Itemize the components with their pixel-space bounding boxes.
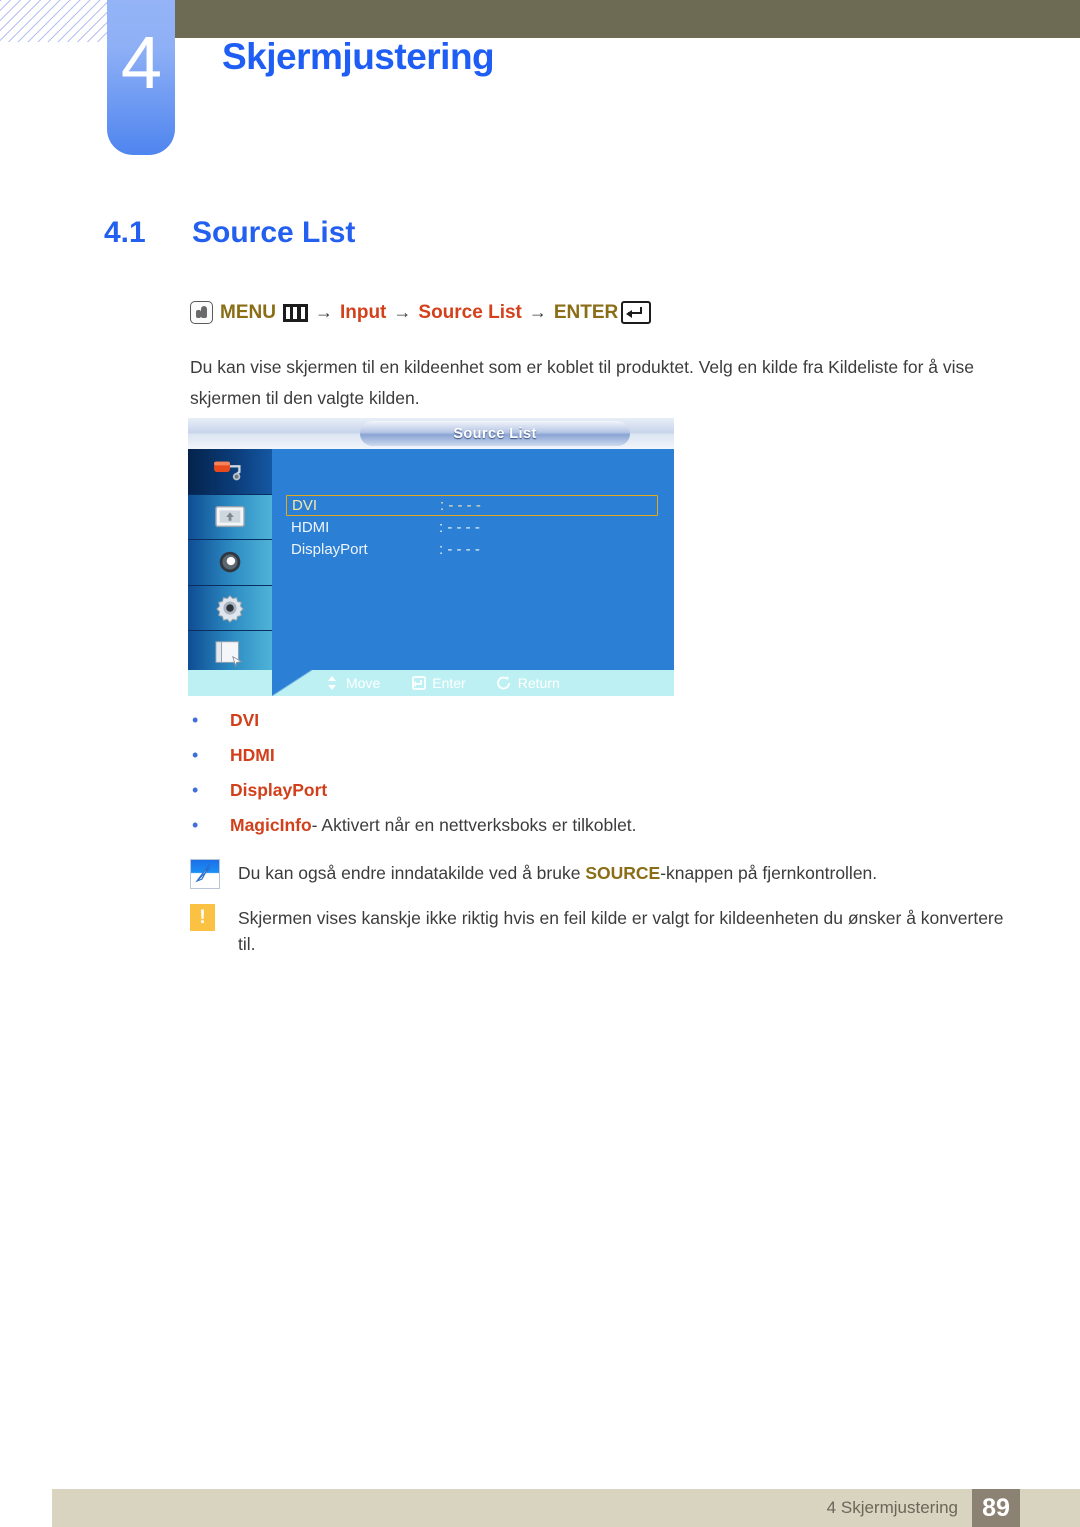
menu-bars-icon bbox=[282, 303, 308, 322]
list-item-key: DVI bbox=[230, 710, 260, 730]
osd-hint-label: Return bbox=[517, 675, 560, 691]
menu-path-menu-label: MENU bbox=[220, 301, 276, 323]
chapter-number: 4 bbox=[120, 21, 162, 104]
intro-paragraph: Du kan vise skjermen til en kildeenhet s… bbox=[190, 357, 974, 408]
multi-control-icon bbox=[215, 641, 243, 669]
bullet-dot-icon bbox=[192, 816, 230, 834]
gear-setup-icon bbox=[216, 594, 244, 623]
page-number: 89 bbox=[982, 1493, 1010, 1522]
osd-hint-move: Move bbox=[324, 675, 380, 691]
chapter-tab: 4 bbox=[107, 0, 175, 155]
osd-footer-hints: Move Enter Return bbox=[324, 670, 560, 696]
menu-path-item-input: Input bbox=[339, 301, 387, 323]
hand-press-icon bbox=[190, 301, 213, 324]
list-item-key: MagicInfo bbox=[230, 815, 312, 835]
note-text: Du kan også endre inndatakilde ved å bru… bbox=[238, 858, 877, 886]
menu-path-breadcrumb: MENU → Input → Source List → ENTER bbox=[190, 301, 658, 324]
footer-chapter-label: 4 Skjermjustering bbox=[826, 1498, 958, 1517]
list-item: MagicInfo - Aktivert når en nettverksbok… bbox=[192, 815, 992, 850]
enter-key-icon bbox=[412, 676, 427, 690]
list-item-key: DisplayPort bbox=[230, 780, 328, 800]
list-item: DisplayPort bbox=[192, 780, 992, 815]
speaker-icon bbox=[219, 551, 241, 573]
section-heading: 4.1 Source List bbox=[104, 216, 355, 250]
note-pen-icon bbox=[190, 859, 220, 889]
osd-hint-enter: Enter bbox=[410, 675, 466, 691]
osd-title-pill: Source List bbox=[360, 421, 630, 446]
chapter-title: Skjermjustering bbox=[222, 36, 495, 77]
osd-row-hdmi[interactable]: HDMI : - - - - bbox=[286, 517, 658, 538]
paint-roller-icon bbox=[214, 461, 241, 481]
osd-footer-notch bbox=[272, 670, 312, 696]
warning-icon-wrap: ! bbox=[190, 903, 238, 931]
osd-row-label: DVI bbox=[292, 497, 318, 514]
osd-row-value: : - - - - bbox=[439, 519, 480, 536]
menu-path-arrow-1: → bbox=[314, 302, 333, 322]
menu-path-item-source-list: Source List bbox=[418, 301, 522, 323]
menu-path-arrow-3: → bbox=[528, 302, 547, 322]
footer-page-box: 89 bbox=[972, 1489, 1020, 1527]
osd-sidebar-item-setup[interactable] bbox=[188, 586, 272, 631]
osd-sidebar-item-picture[interactable] bbox=[188, 449, 272, 495]
list-item-rest: - Aktivert når en nettverksboks er tilko… bbox=[311, 815, 637, 835]
warning-text: Skjermen vises kanskje ikke riktig hvis … bbox=[238, 908, 1004, 954]
osd-screenshot: Source List DVI: - - - - HDMI: - - - -… bbox=[188, 418, 674, 696]
osd-title-text: Source List bbox=[453, 425, 537, 442]
osd-row-value: : - - - - bbox=[440, 497, 481, 514]
osd-row-dvi[interactable]: DVI : - - - - bbox=[286, 495, 658, 516]
bullet-dot-icon bbox=[192, 746, 230, 764]
warning-exclamation-icon: ! bbox=[190, 904, 215, 931]
section-title: Source List bbox=[192, 216, 356, 249]
menu-path-enter-label: ENTER bbox=[553, 301, 619, 323]
source-bullet-list: DVI HDMI DisplayPort MagicInfo - Aktiver… bbox=[192, 710, 992, 850]
menu-path-arrow-2: → bbox=[393, 302, 412, 322]
note-text-before: Du kan også endre inndatakilde ved å bru… bbox=[238, 863, 586, 883]
osd-title-bar: Source List bbox=[188, 418, 674, 449]
note-callout: Du kan også endre inndatakilde ved å bru… bbox=[190, 858, 1020, 889]
section-number: 4.1 bbox=[104, 216, 146, 249]
osd-hint-label: Enter bbox=[432, 675, 466, 691]
enter-key-icon bbox=[621, 301, 652, 324]
note-text-strong: SOURCE bbox=[585, 863, 661, 883]
up-down-arrow-icon bbox=[328, 676, 336, 690]
warning-callout: ! Skjermen vises kanskje ikke riktig hvi… bbox=[190, 903, 1020, 957]
osd-row-displayport[interactable]: DisplayPort : - - - - bbox=[286, 539, 658, 560]
return-arrow-icon bbox=[496, 676, 510, 690]
decorative-hatch-pattern bbox=[0, 0, 108, 42]
osd-sidebar bbox=[188, 449, 272, 696]
osd-content-area: DVI : - - - - HDMI : - - - - DisplayPort… bbox=[272, 449, 674, 696]
osd-hint-label: Move bbox=[346, 675, 381, 691]
osd-hint-return: Return bbox=[496, 675, 560, 691]
bullet-dot-icon bbox=[192, 711, 230, 729]
bullet-dot-icon bbox=[192, 781, 230, 799]
screen-display-icon bbox=[215, 505, 245, 527]
osd-sidebar-item-sound[interactable] bbox=[188, 540, 272, 586]
note-icon-wrap bbox=[190, 858, 238, 889]
list-item: DVI bbox=[192, 710, 992, 745]
list-item-key: HDMI bbox=[230, 745, 275, 765]
page-header: 4 Skjermjustering bbox=[0, 0, 1080, 160]
osd-row-label: HDMI bbox=[291, 519, 330, 536]
osd-sidebar-item-screen[interactable] bbox=[188, 495, 272, 540]
list-item: HDMI bbox=[192, 745, 992, 780]
header-olive-bar bbox=[175, 0, 1080, 38]
note-text-after: -knappen på fjernkontrollen. bbox=[660, 863, 878, 883]
osd-row-label: DisplayPort bbox=[291, 541, 368, 558]
osd-row-value: : - - - - bbox=[439, 541, 480, 558]
